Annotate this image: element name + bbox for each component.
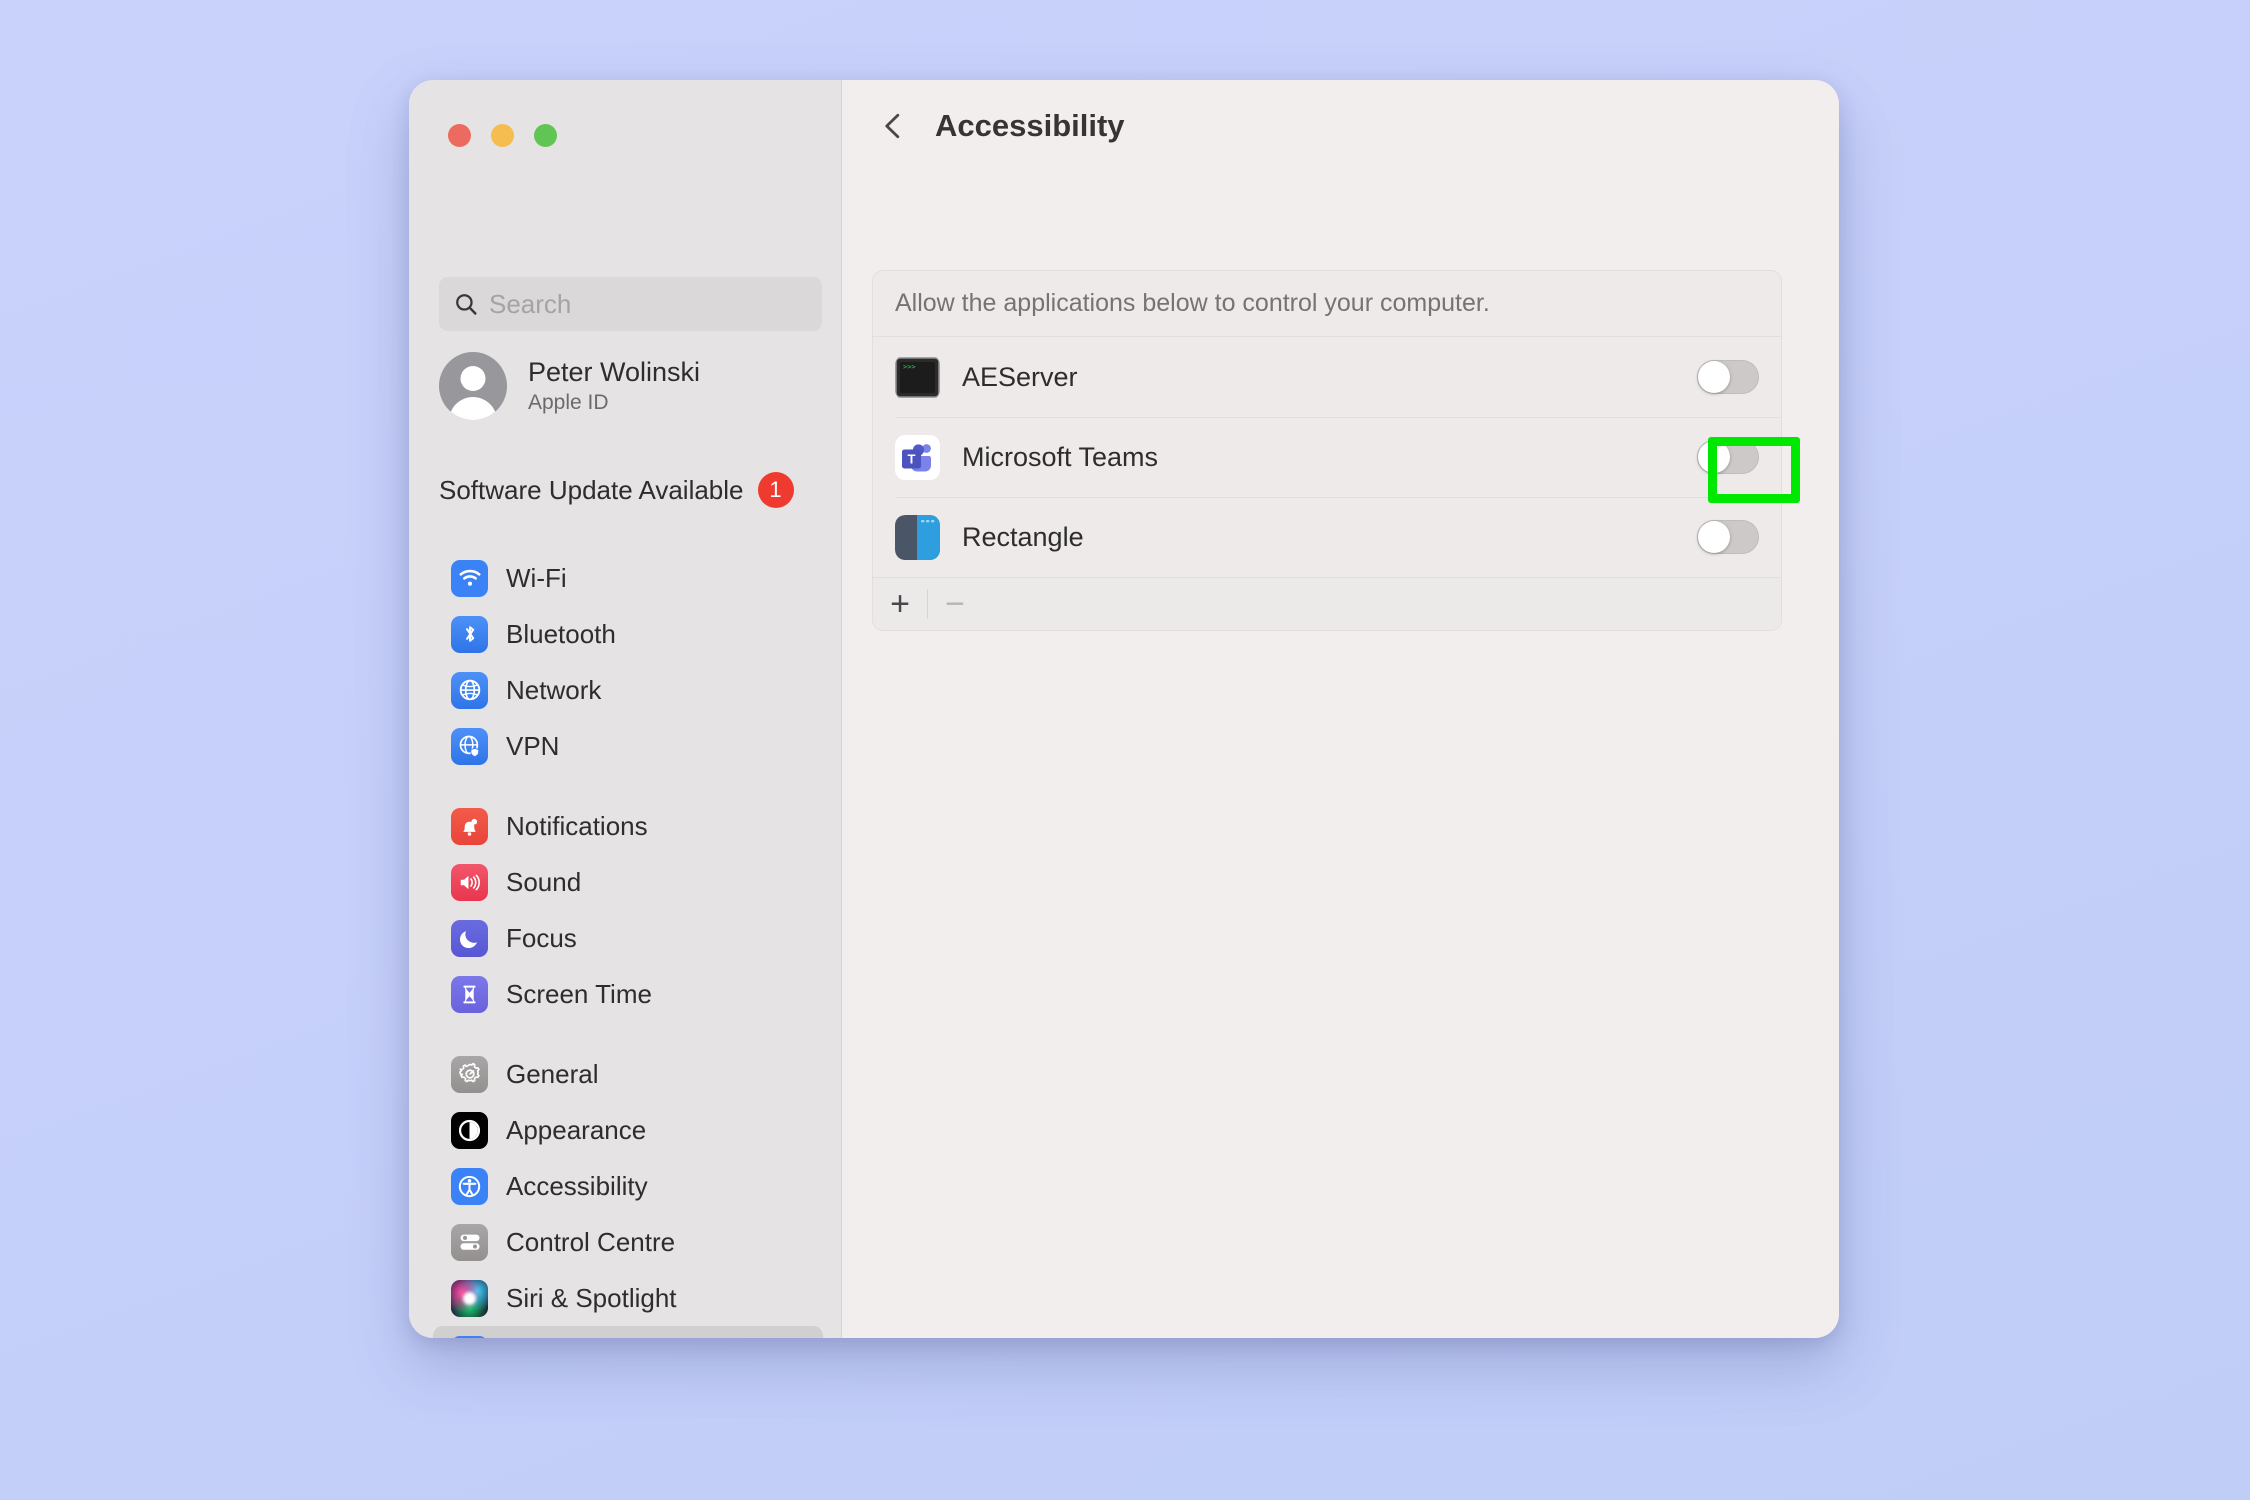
svg-text:>>>: >>> [903,363,916,371]
sidebar-item-bluetooth[interactable]: Bluetooth [433,606,823,662]
accessibility-apps-panel: Allow the applications below to control … [872,270,1782,631]
appearance-contrast-icon [451,1111,488,1149]
app-permission-toggle[interactable] [1697,520,1759,554]
sidebar-item-appearance[interactable]: Appearance [433,1102,823,1158]
search-icon [456,294,477,315]
accessibility-person-icon [451,1167,488,1205]
app-permission-toggle[interactable] [1697,360,1759,394]
bell-icon [451,807,488,845]
minimize-window-button[interactable] [491,124,514,147]
sidebar-item-label: Bluetooth [506,618,616,649]
svg-text:T: T [908,451,916,466]
software-update-item[interactable]: Software Update Available 1 [439,472,794,508]
sidebar-item-sound[interactable]: Sound [433,854,823,910]
system-settings-window: Search Peter Wolinski Apple ID Software … [409,80,1839,1338]
traffic-lights [448,124,557,147]
sidebar: Search Peter Wolinski Apple ID Software … [409,80,842,1338]
content-pane: Accessibility Allow the applications bel… [842,80,1839,1338]
apple-id-profile-item[interactable]: Peter Wolinski Apple ID [439,352,700,420]
sidebar-item-screen-time[interactable]: Screen Time [433,966,823,1022]
sidebar-item-label: Control Centre [506,1226,676,1257]
app-name: AEServer [962,361,1078,392]
control-centre-sliders-icon [451,1223,488,1261]
moon-icon [451,919,488,957]
globe-icon [451,671,488,709]
rectangle-app-icon [895,514,940,560]
panel-caption: Allow the applications below to control … [873,271,1781,337]
sidebar-item-wifi[interactable]: Wi-Fi [433,550,823,606]
sidebar-group-system: General Appearance Accessibility Control… [433,1046,823,1338]
aeserver-terminal-icon: >>> [895,355,940,400]
add-application-button[interactable]: + [873,578,927,630]
sidebar-item-label: Screen Time [506,978,652,1009]
panel-footer: + − [873,577,1781,630]
profile-subtitle: Apple ID [528,390,609,414]
sidebar-item-label: Accessibility [506,1170,648,1201]
sidebar-item-label: Appearance [506,1114,647,1145]
app-row[interactable]: Rectangle [873,497,1781,577]
sidebar-item-network[interactable]: Network [433,662,823,718]
search-input[interactable]: Search [439,277,822,331]
sidebar-item-accessibility[interactable]: Accessibility [433,1158,823,1214]
siri-orb-icon [451,1279,488,1317]
hand-icon [451,1335,488,1338]
sidebar-item-focus[interactable]: Focus [433,910,823,966]
close-window-button[interactable] [448,124,471,147]
sidebar-group-alerts: Notifications Sound Focus Screen Time [433,798,823,1022]
sidebar-group-connectivity: Wi-Fi Bluetooth Network VPN [433,550,823,774]
profile-text: Peter Wolinski Apple ID [528,357,700,414]
maximize-window-button[interactable] [534,124,557,147]
sidebar-item-label: General [506,1058,599,1089]
sidebar-item-label: VPN [506,730,560,761]
sidebar-item-label: Wi-Fi [506,562,567,593]
sidebar-item-siri-spotlight[interactable]: Siri & Spotlight [433,1270,823,1326]
software-update-label: Software Update Available [439,474,744,505]
bluetooth-icon [451,615,488,653]
app-name: Microsoft Teams [962,441,1159,472]
sidebar-item-privacy-security[interactable]: Privacy & Security [433,1326,823,1338]
sidebar-item-label: Notifications [506,810,648,841]
toggle-knob [1698,441,1730,473]
hourglass-icon [451,975,488,1013]
speaker-icon [451,863,488,901]
search-placeholder: Search [489,288,572,319]
software-update-badge: 1 [757,472,794,508]
chevron-left-icon[interactable] [876,109,910,143]
microsoft-teams-icon: T [895,434,940,480]
app-permission-toggle[interactable] [1697,440,1759,474]
sidebar-item-control-centre[interactable]: Control Centre [433,1214,823,1270]
gear-icon [451,1055,488,1093]
app-name: Rectangle [962,521,1084,552]
toggle-knob [1698,521,1730,553]
sidebar-item-general[interactable]: General [433,1046,823,1102]
app-row[interactable]: T Microsoft Teams [873,417,1781,497]
globe-shield-icon [451,727,488,765]
app-row[interactable]: >>> AEServer [873,337,1781,417]
sidebar-item-label: Sound [506,866,582,897]
person-avatar-icon [439,352,507,420]
sidebar-item-label: Siri & Spotlight [506,1282,677,1313]
sidebar-item-label: Network [506,674,602,705]
page-header: Accessibility [876,108,1125,144]
wifi-icon [451,559,488,597]
toggle-knob [1698,361,1730,393]
sidebar-item-vpn[interactable]: VPN [433,718,823,774]
page-title: Accessibility [935,108,1125,143]
profile-name: Peter Wolinski [528,357,701,388]
sidebar-item-label: Focus [506,922,577,953]
sidebar-item-notifications[interactable]: Notifications [433,798,823,854]
remove-application-button[interactable]: − [928,578,982,630]
